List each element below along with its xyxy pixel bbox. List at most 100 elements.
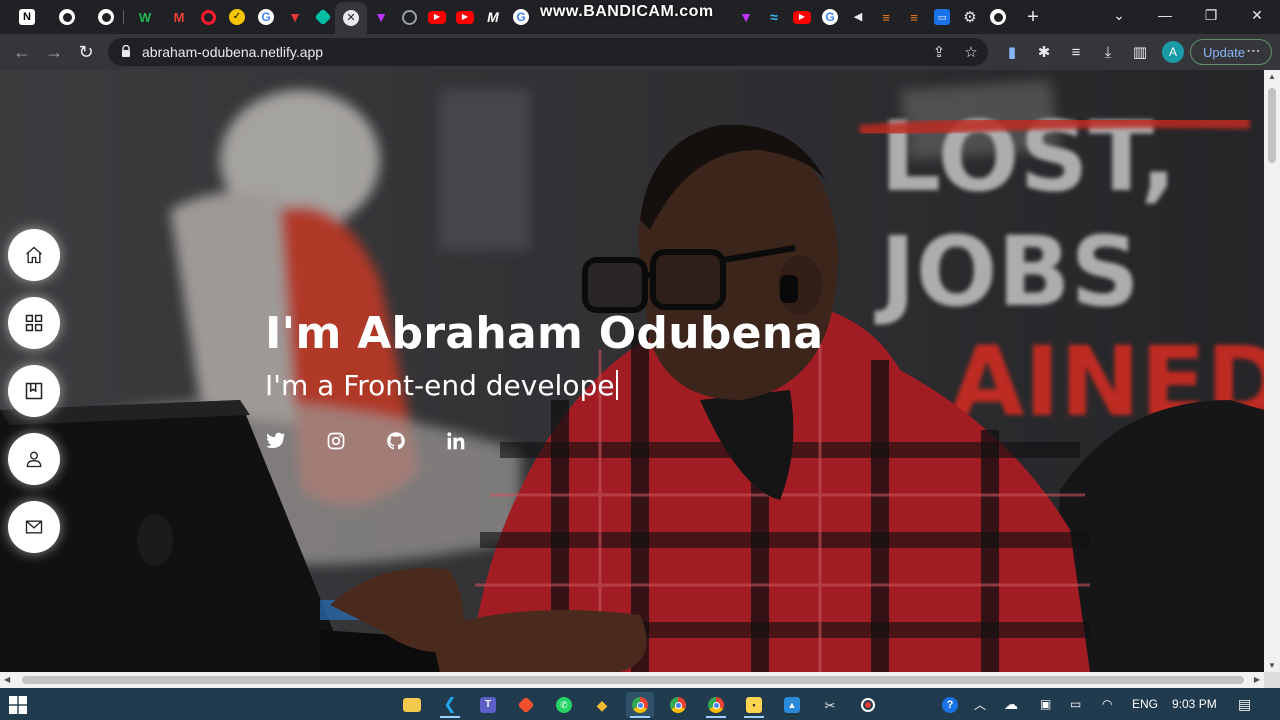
tab-medium[interactable]: M — [480, 4, 506, 30]
tab-vite-2[interactable]: ▼ — [733, 4, 759, 30]
profile-avatar[interactable]: A — [1162, 41, 1184, 63]
new-tab-button[interactable]: + — [1021, 6, 1045, 28]
share-icon[interactable]: ⇪ — [930, 43, 948, 61]
horizontal-scrollbar[interactable]: ◀ ▶ — [0, 672, 1264, 688]
url-text[interactable]: abraham-odubena.netlify.app — [142, 44, 323, 60]
minimize-button[interactable]: — — [1142, 0, 1188, 30]
tab-audio[interactable]: ◀ — [845, 4, 871, 30]
forward-button[interactable]: → — [40, 38, 68, 66]
tab-active[interactable]: ✕ — [335, 2, 367, 34]
binance-icon: ◆ — [596, 697, 608, 713]
side-panel-icon[interactable]: ▥ — [1130, 42, 1150, 62]
tab-wix[interactable]: W — [132, 4, 158, 30]
start-button[interactable] — [4, 692, 32, 718]
restore-button[interactable]: ❐ — [1188, 0, 1234, 30]
nav-contact-button[interactable] — [8, 501, 60, 553]
close-window-button[interactable]: ✕ — [1234, 0, 1280, 30]
tray-device-icon[interactable]: ▣ — [1040, 688, 1051, 720]
tab-present[interactable]: ▭ — [929, 4, 955, 30]
youtube-icon: ▶ — [428, 10, 446, 24]
tab-stack-2[interactable]: ≡ — [901, 4, 927, 30]
vertical-scroll-thumb[interactable] — [1268, 88, 1276, 163]
nav-home-button[interactable] — [8, 229, 60, 281]
tray-help[interactable]: ? — [936, 692, 964, 718]
tab-search-button[interactable]: ⌄ — [1096, 0, 1142, 30]
more-menu-icon[interactable]: ⋮ — [1246, 44, 1262, 58]
nav-services-button[interactable] — [8, 297, 60, 349]
tray-chevron-up-icon[interactable]: ︿ — [974, 688, 986, 720]
bookmark-star-icon[interactable]: ☆ — [962, 43, 980, 61]
taskbar-photos[interactable]: ▲ — [778, 692, 806, 718]
scroll-left-icon[interactable]: ◀ — [4, 675, 10, 684]
youtube-icon: ▶ — [793, 10, 811, 24]
scrollbar-corner — [1264, 672, 1280, 688]
taskbar-git[interactable] — [512, 692, 540, 718]
address-bar[interactable]: abraham-odubena.netlify.app ⇪ ☆ — [108, 38, 988, 66]
tab-youtube[interactable]: ▶ — [424, 4, 450, 30]
mail-icon — [25, 520, 43, 534]
close-icon[interactable]: ✕ — [343, 10, 359, 26]
taskbar-sticky-notes[interactable]: ▪ — [740, 692, 768, 718]
tab-norton[interactable]: ✓ — [224, 4, 250, 30]
taskbar-chrome-3[interactable] — [702, 692, 730, 718]
tab-github[interactable] — [396, 4, 422, 30]
taskbar-bandicam[interactable] — [854, 692, 882, 718]
scroll-up-icon[interactable]: ▲ — [1268, 72, 1276, 81]
tab-globe[interactable] — [54, 4, 80, 30]
download-icon[interactable]: ⤓ — [1098, 42, 1118, 62]
tab-google-2[interactable]: G — [508, 4, 534, 30]
taskbar-snip[interactable]: ✂ — [816, 692, 844, 718]
tab-youtube-2[interactable]: ▶ — [452, 4, 478, 30]
vertical-scrollbar[interactable]: ▲ ▼ — [1264, 70, 1280, 672]
taskbar-chrome-active[interactable] — [626, 692, 654, 718]
notifications-icon[interactable]: ▤ — [1238, 688, 1251, 720]
github-link[interactable] — [385, 430, 407, 452]
tab-gmail[interactable]: M — [166, 4, 192, 30]
taskbar-file-explorer[interactable] — [398, 692, 426, 718]
back-button[interactable]: ← — [8, 38, 36, 66]
taskbar-whatsapp[interactable]: ✆ — [550, 692, 578, 718]
horizontal-scroll-thumb[interactable] — [22, 676, 1244, 684]
tab-tilde[interactable]: ≈ — [761, 4, 787, 30]
tab-settings[interactable]: ⚙ — [957, 4, 983, 30]
taskbar-teams[interactable]: T — [474, 692, 502, 718]
chevron-down-icon: ⌄ — [1113, 6, 1125, 23]
language-indicator[interactable]: ENG — [1132, 688, 1158, 720]
twitter-link[interactable] — [265, 430, 287, 452]
taskbar-chrome-2[interactable] — [664, 692, 692, 718]
tab-separator — [123, 10, 124, 24]
instagram-link[interactable] — [325, 430, 347, 452]
lock-icon — [122, 45, 130, 57]
nav-portfolio-button[interactable] — [8, 365, 60, 417]
wifi-icon[interactable]: ◠ — [1102, 688, 1112, 720]
taskbar-vscode[interactable]: ❮ — [436, 692, 464, 718]
record-icon — [861, 698, 875, 712]
tab-globe-3[interactable] — [985, 4, 1011, 30]
scroll-down-icon[interactable]: ▼ — [1268, 661, 1276, 670]
tab-youtube-3[interactable]: ▶ — [789, 4, 815, 30]
tab-diamond[interactable] — [310, 4, 336, 30]
battery-icon[interactable]: ▭ — [1070, 688, 1081, 720]
clock[interactable]: 9:03 PM — [1172, 688, 1217, 720]
taskbar-binance[interactable]: ◆ — [588, 692, 616, 718]
extension-docs-icon[interactable]: ▮ — [1002, 42, 1022, 62]
tab-opera[interactable] — [195, 4, 221, 30]
onedrive-icon[interactable]: ☁ — [1004, 688, 1018, 720]
tab-vercel[interactable]: ▼ — [282, 4, 308, 30]
linkedin-link[interactable] — [445, 430, 467, 452]
tab-stack[interactable]: ≡ — [873, 4, 899, 30]
reload-button[interactable]: ↻ — [72, 38, 100, 66]
extensions-puzzle-icon[interactable]: ✱ — [1034, 42, 1054, 62]
update-button[interactable]: Update ⋮ — [1190, 39, 1272, 65]
tab-google[interactable]: G — [253, 4, 279, 30]
tab-google-3[interactable]: G — [817, 4, 843, 30]
media-queue-icon[interactable]: ≡ — [1066, 42, 1086, 62]
tab-notion[interactable]: N — [14, 4, 40, 30]
tab-globe-2[interactable] — [93, 4, 119, 30]
github-icon — [387, 432, 405, 450]
scroll-right-icon[interactable]: ▶ — [1254, 675, 1260, 684]
tab-vite[interactable]: ▼ — [368, 4, 394, 30]
nav-about-button[interactable] — [8, 433, 60, 485]
google-icon: G — [822, 9, 838, 25]
notion-icon: N — [19, 9, 35, 25]
